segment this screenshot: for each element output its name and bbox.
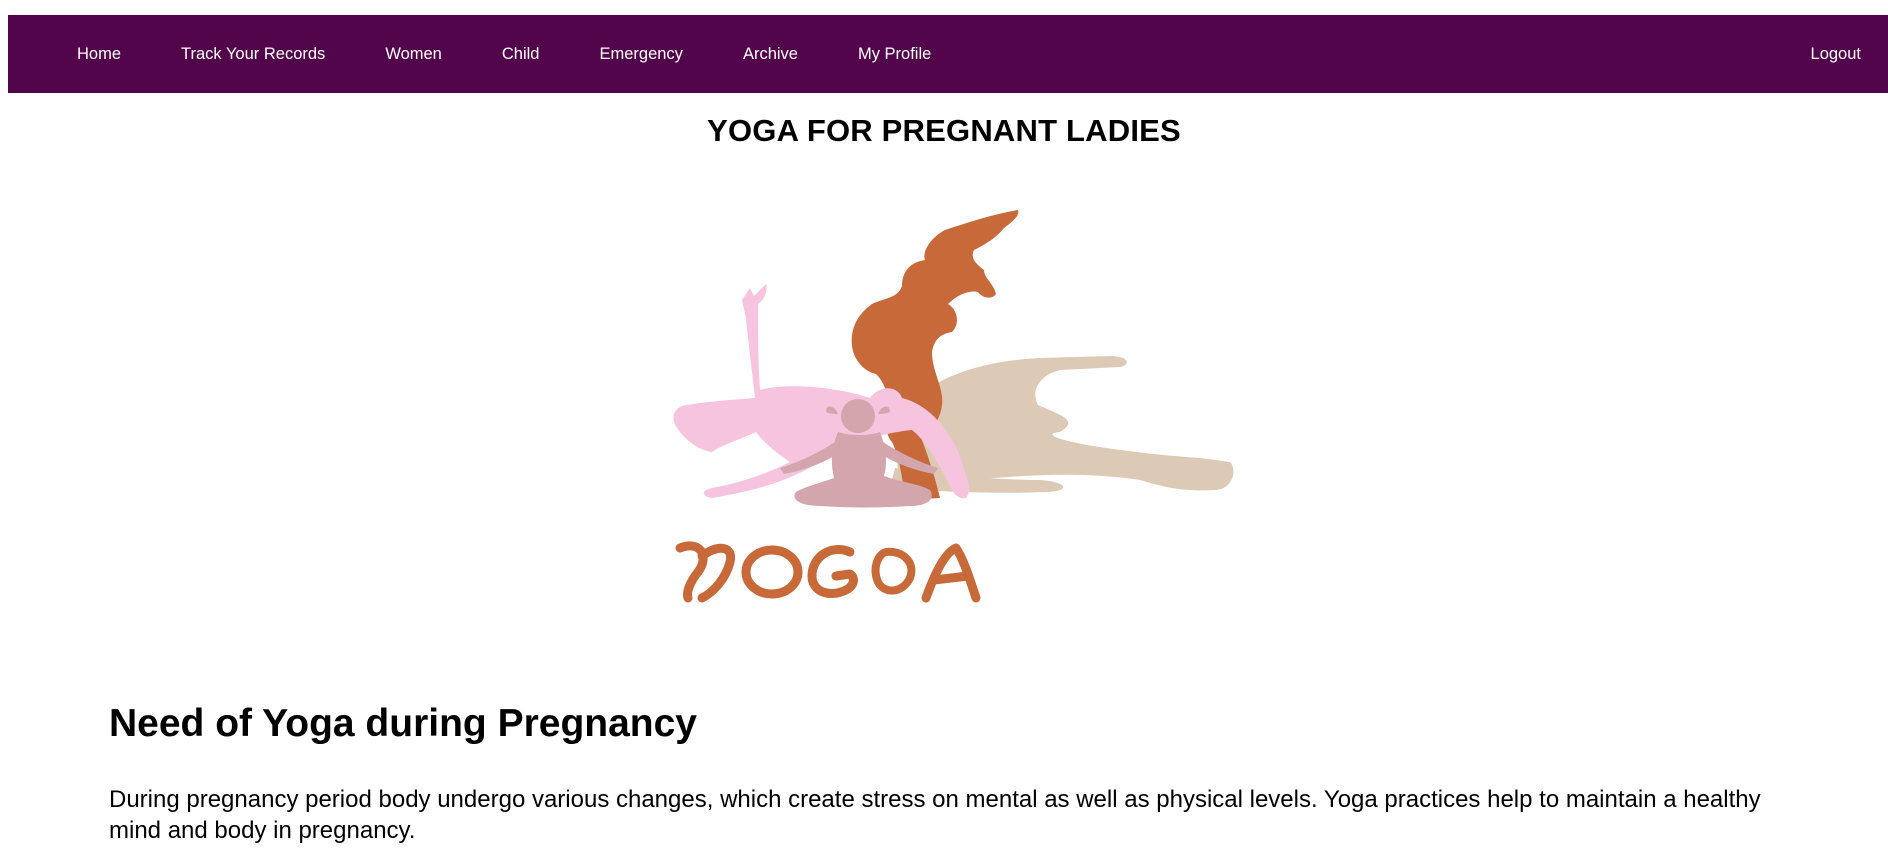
nav-child-link[interactable]: Child (502, 46, 540, 63)
section-paragraph: During pregnancy period body undergo var… (109, 786, 1761, 844)
nav-emergency-link[interactable]: Emergency (599, 46, 682, 63)
nav-archive-link[interactable]: Archive (743, 46, 798, 63)
page-title: YOGA FOR PREGNANT LADIES (707, 113, 1181, 148)
yoga-logo-text (675, 541, 981, 603)
nav-track-records-link[interactable]: Track Your Records (181, 46, 325, 63)
top-navbar: Home Track Your Records Women Child Emer… (8, 15, 1888, 93)
logout-link[interactable]: Logout (1811, 46, 1861, 63)
nav-women-link[interactable]: Women (385, 46, 442, 63)
nav-my-profile-link[interactable]: My Profile (858, 46, 931, 63)
nav-right: Logout (1811, 15, 1861, 93)
yoga-silhouettes-illustration (673, 210, 1234, 603)
beige-figure (890, 356, 1234, 493)
nav-home-link[interactable]: Home (77, 46, 121, 63)
section-heading: Need of Yoga during Pregnancy (109, 702, 697, 745)
nav-links: Home Track Your Records Women Child Emer… (8, 15, 931, 93)
